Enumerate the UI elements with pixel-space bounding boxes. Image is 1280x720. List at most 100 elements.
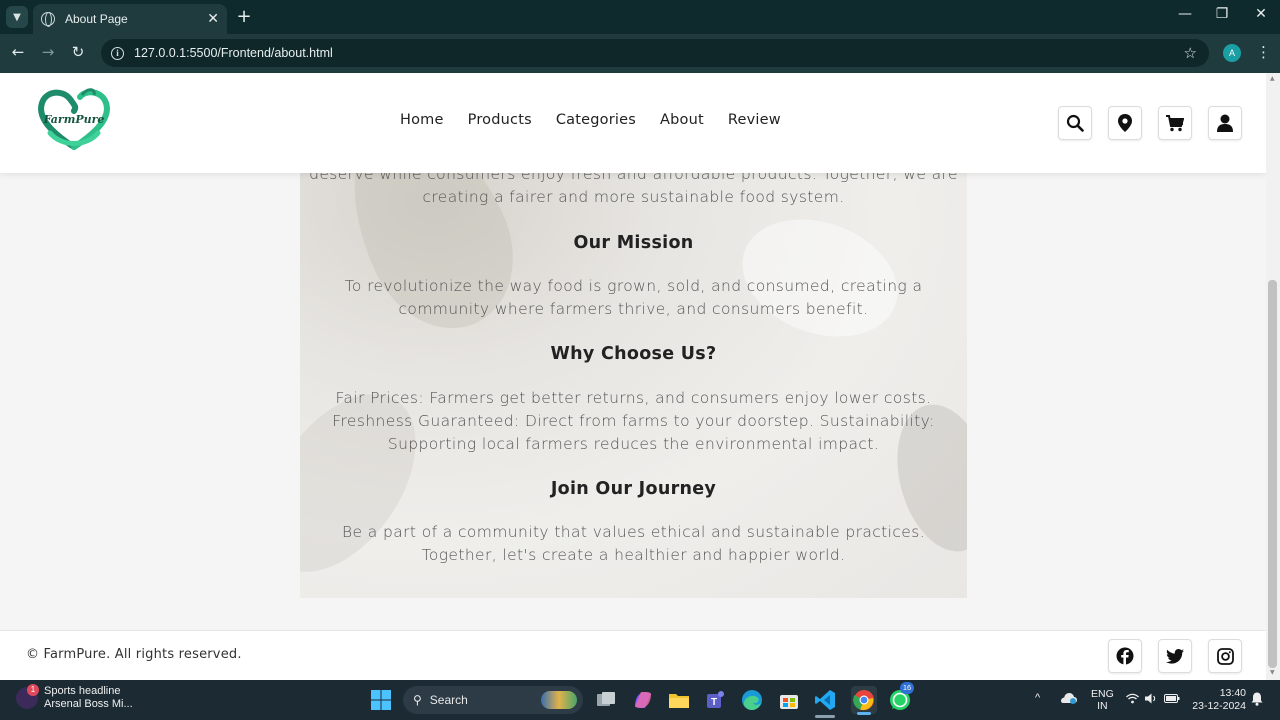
tab-close-icon[interactable]: ✕ — [207, 11, 219, 27]
back-button[interactable]: ← — [8, 42, 28, 62]
whatsapp-badge: 16 — [900, 682, 914, 694]
tray-cloud-icon[interactable] — [1061, 692, 1077, 707]
windows-logo-icon — [371, 690, 391, 710]
facebook-link[interactable] — [1108, 639, 1142, 673]
notification-bell-icon[interactable] — [1251, 692, 1263, 709]
why-text: Fair Prices: Farmers get better returns,… — [335, 389, 932, 407]
nav-products[interactable]: Products — [468, 112, 532, 128]
task-view-button[interactable] — [594, 688, 618, 712]
copilot-icon — [635, 692, 651, 708]
twitter-link[interactable] — [1158, 639, 1192, 673]
browser-tab-active[interactable]: About Page ✕ — [33, 4, 227, 34]
vscode-button[interactable] — [813, 688, 837, 718]
language-indicator[interactable]: ENG IN — [1091, 688, 1114, 712]
forward-button[interactable]: → — [38, 42, 58, 62]
instagram-icon — [1216, 647, 1234, 665]
edge-button[interactable] — [740, 688, 764, 712]
clock-time: 13:40 — [1219, 687, 1246, 699]
chrome-button[interactable] — [851, 686, 877, 715]
nav-about[interactable]: About — [660, 112, 704, 128]
whatsapp-button[interactable]: 16 — [888, 682, 914, 712]
browser-tab-bar: ▼ About Page ✕ + — ❐ ✕ — [0, 0, 1280, 34]
copilot-button[interactable] — [631, 688, 655, 712]
location-button[interactable] — [1108, 106, 1142, 140]
page-viewport: deserve while consumers enjoy fresh and … — [0, 73, 1266, 680]
page-scrollbar[interactable]: ▲ ▼ — [1266, 73, 1280, 680]
news-badge: 1 — [27, 684, 39, 696]
user-icon — [1217, 114, 1233, 132]
scroll-up-arrow-icon[interactable]: ▲ — [1270, 75, 1275, 82]
scroll-down-arrow-icon[interactable]: ▼ — [1270, 669, 1275, 676]
maximize-button[interactable]: ❐ — [1212, 6, 1232, 22]
url-text: 127.0.0.1:5500/Frontend/about.html — [134, 46, 333, 60]
news-widget[interactable]: 1 Sports headline Arsenal Boss Mi... — [16, 684, 133, 711]
taskbar-search-label: Search — [429, 693, 468, 707]
active-app-indicator — [857, 712, 871, 715]
location-pin-icon — [1118, 114, 1132, 132]
battery-icon[interactable] — [1164, 694, 1180, 706]
teams-button[interactable]: T — [703, 688, 727, 712]
new-tab-button[interactable]: + — [236, 6, 252, 27]
minimize-button[interactable]: — — [1175, 6, 1195, 22]
search-highlight-icon — [541, 691, 577, 709]
taskbar-search[interactable]: ⚲ Search — [403, 686, 583, 714]
site-footer: © FarmPure. All rights reserved. — [0, 630, 1266, 680]
news-widget-icon: 1 — [16, 684, 39, 709]
teams-icon: T — [707, 691, 724, 708]
instagram-link[interactable] — [1208, 639, 1242, 673]
address-bar[interactable]: i 127.0.0.1:5500/Frontend/about.html ☆ — [101, 39, 1209, 67]
search-button[interactable] — [1058, 106, 1092, 140]
join-heading: Join Our Journey — [550, 479, 717, 499]
browser-menu-icon[interactable]: ⋮ — [1256, 43, 1271, 61]
reload-button[interactable]: ↻ — [68, 42, 88, 62]
wifi-icon[interactable] — [1126, 693, 1139, 707]
main-nav: Home Products Categories About Review — [400, 112, 805, 128]
cart-button[interactable] — [1158, 106, 1192, 140]
account-button[interactable] — [1208, 106, 1242, 140]
scroll-thumb[interactable] — [1268, 280, 1277, 668]
window-close-button[interactable]: ✕ — [1251, 6, 1271, 22]
search-icon — [1066, 114, 1084, 132]
search-icon: ⚲ — [413, 693, 422, 707]
store-icon — [780, 695, 798, 709]
folder-icon — [669, 694, 689, 708]
tab-search-dropdown[interactable]: ▼ — [6, 6, 28, 28]
intro-line: creating a fairer and more sustainable f… — [422, 188, 845, 206]
join-text: Be a part of a community that values eth… — [341, 523, 926, 541]
site-info-icon[interactable]: i — [111, 46, 124, 60]
why-text: Supporting local farmers reduces the env… — [387, 435, 880, 453]
nav-categories[interactable]: Categories — [556, 112, 636, 128]
about-content-card: deserve while consumers enjoy fresh and … — [300, 103, 967, 598]
chrome-icon — [853, 690, 874, 711]
cart-icon — [1166, 114, 1184, 131]
region-code: IN — [1097, 700, 1108, 712]
tray-overflow-chevron-icon[interactable]: ^ — [1035, 692, 1040, 704]
language-code: ENG — [1091, 688, 1114, 700]
browser-toolbar: ← → ↻ i 127.0.0.1:5500/Frontend/about.ht… — [0, 34, 1280, 73]
farmpure-logo[interactable]: FarmPure — [36, 85, 112, 153]
clock[interactable]: 13:40 23-12-2024 — [1190, 687, 1246, 713]
store-button[interactable] — [777, 688, 801, 712]
nav-home[interactable]: Home — [400, 112, 444, 128]
twitter-icon — [1166, 648, 1184, 664]
profile-avatar[interactable]: A — [1223, 44, 1241, 62]
svg-text:T: T — [711, 697, 717, 708]
running-indicator — [815, 715, 835, 718]
svg-text:FarmPure: FarmPure — [43, 113, 105, 126]
start-button[interactable] — [369, 688, 393, 712]
tab-title: About Page — [65, 12, 128, 26]
news-subtitle: Arsenal Boss Mi... — [44, 698, 133, 710]
volume-icon[interactable] — [1145, 693, 1158, 707]
news-title: Sports headline — [44, 685, 121, 697]
bookmark-star-icon[interactable]: ☆ — [1184, 44, 1197, 62]
why-heading: Why Choose Us? — [550, 344, 717, 364]
heart-logo-icon: FarmPure — [38, 88, 110, 150]
edge-icon — [742, 690, 762, 710]
nav-review[interactable]: Review — [728, 112, 781, 128]
file-explorer-button[interactable] — [667, 688, 691, 712]
task-view-icon — [597, 692, 615, 706]
copyright-text: © FarmPure. All rights reserved. — [26, 647, 242, 662]
windows-taskbar: 1 Sports headline Arsenal Boss Mi... ⚲ S… — [0, 680, 1280, 720]
mission-text: To revolutionize the way food is grown, … — [344, 277, 923, 295]
facebook-icon — [1116, 647, 1134, 665]
